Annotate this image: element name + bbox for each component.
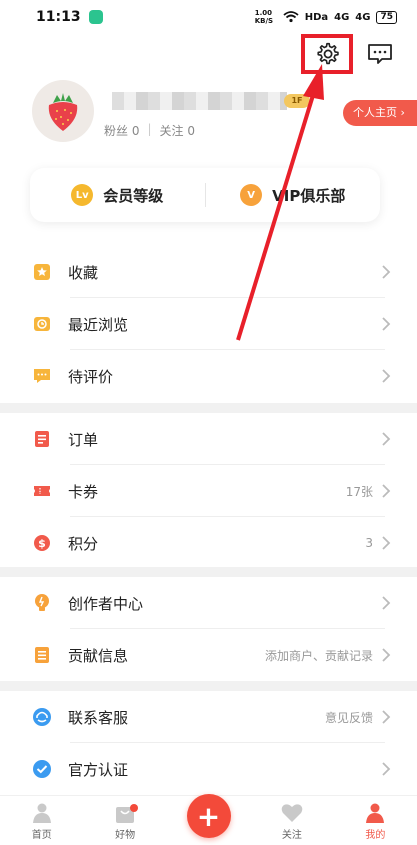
following-stat[interactable]: 关注 0 <box>160 122 195 139</box>
username-redacted <box>112 92 287 110</box>
chevron-right-icon <box>382 648 391 662</box>
user-level-badge: 1F <box>284 94 310 108</box>
ticket-icon <box>32 481 52 501</box>
member-level-label: 会员等级 <box>103 186 164 205</box>
vip-club-button[interactable]: V VIP俱乐部 <box>206 184 381 206</box>
battery-icon: 75 <box>376 10 397 24</box>
chevron-right-icon <box>382 596 391 610</box>
chevron-right-icon <box>382 265 391 279</box>
nav-publish[interactable]: + <box>167 794 250 845</box>
verified-icon <box>32 759 52 779</box>
menu-group-4: 联系客服 意见反馈 官方认证 <box>0 691 417 795</box>
chevron-right-icon <box>382 536 391 550</box>
menu-item-recent[interactable]: 最近浏览 <box>0 298 417 350</box>
section-gap <box>0 681 417 691</box>
chevron-right-icon <box>382 762 391 776</box>
settings-button[interactable] <box>301 34 353 74</box>
menu-item-official-verification[interactable]: 官方认证 <box>0 743 417 795</box>
coupon-count: 17张 <box>345 484 373 499</box>
wifi-icon <box>283 11 299 23</box>
hd-indicator: HDa <box>304 11 329 23</box>
menu-item-customer-service[interactable]: 联系客服 意见反馈 <box>0 691 417 743</box>
strawberry-icon <box>48 93 78 131</box>
section-gap <box>0 567 417 577</box>
menu-group-1: 收藏 最近浏览 待评价 <box>0 246 417 402</box>
menu-item-creator-center[interactable]: 创作者中心 <box>0 577 417 629</box>
status-indicators: 1.00 KB/S HDa 4G 4G 75 <box>255 9 397 25</box>
nav-goods-label: 好物 <box>115 830 136 841</box>
nav-home[interactable]: 首页 <box>0 802 83 845</box>
profile-section: 1F 粉丝 0 | 关注 0 个人主页 › <box>32 80 417 144</box>
chevron-right-icon <box>382 710 391 724</box>
top-actions <box>301 34 395 74</box>
nav-home-label: 首页 <box>31 830 52 841</box>
signal-indicator-2: 4G <box>355 11 371 23</box>
menu-group-2: 订单 卡券 17张 $ 积分 3 <box>0 413 417 569</box>
vip-badge-icon: V <box>240 184 263 206</box>
message-button[interactable] <box>365 35 395 73</box>
stats-divider: | <box>147 122 152 136</box>
gear-icon <box>317 42 339 65</box>
nav-follow-label: 关注 <box>281 830 302 841</box>
coin-icon: $ <box>32 533 52 553</box>
vip-club-label: VIP俱乐部 <box>272 186 346 205</box>
menu-item-coupons[interactable]: 卡券 17张 <box>0 465 417 517</box>
bulb-icon <box>32 593 52 613</box>
bottom-nav: 首页 好物 + 关注 我的 <box>0 794 417 845</box>
chevron-right-icon <box>382 369 391 383</box>
menu-group-3: 创作者中心 贡献信息 添加商户、贡献记录 <box>0 577 417 681</box>
heart-icon <box>280 802 304 824</box>
chat-icon <box>368 44 392 64</box>
avatar[interactable] <box>32 80 94 142</box>
svg-text:$: $ <box>38 537 46 550</box>
followers-stat[interactable]: 粉丝 0 <box>104 122 139 139</box>
comment-icon <box>32 366 52 386</box>
nav-mine[interactable]: 我的 <box>334 802 417 845</box>
headset-icon <box>32 707 52 727</box>
chevron-right-icon <box>382 484 391 498</box>
menu-item-orders[interactable]: 订单 <box>0 413 417 465</box>
order-icon <box>32 429 52 449</box>
nav-mine-label: 我的 <box>365 830 386 841</box>
section-gap <box>0 403 417 413</box>
personal-homepage-button[interactable]: 个人主页 › <box>343 100 417 126</box>
person-icon <box>363 802 387 824</box>
nav-follow[interactable]: 关注 <box>250 802 333 845</box>
doc-icon <box>32 645 52 665</box>
level-badge-icon: Lv <box>71 184 94 206</box>
app-notification-icon <box>88 10 103 24</box>
menu-item-points[interactable]: $ 积分 3 <box>0 517 417 569</box>
status-time: 11:13 <box>36 9 81 25</box>
points-count: 3 <box>365 536 373 550</box>
home-icon <box>30 802 54 824</box>
nav-goods[interactable]: 好物 <box>83 802 166 845</box>
menu-item-favorites[interactable]: 收藏 <box>0 246 417 298</box>
signal-indicator-1: 4G <box>334 11 350 23</box>
contribution-hint: 添加商户、贡献记录 <box>264 648 373 663</box>
plus-icon: + <box>186 794 231 838</box>
menu-item-to-review[interactable]: 待评价 <box>0 350 417 402</box>
member-level-button[interactable]: Lv 会员等级 <box>30 184 205 206</box>
menu-item-contribution[interactable]: 贡献信息 添加商户、贡献记录 <box>0 629 417 681</box>
network-speed: 1.00 KB/S <box>254 9 274 25</box>
chevron-right-icon <box>382 317 391 331</box>
star-icon <box>32 262 52 282</box>
chevron-right-icon <box>382 432 391 446</box>
user-stats: 粉丝 0 | 关注 0 <box>104 122 195 139</box>
clock-icon <box>32 314 52 334</box>
member-card: Lv 会员等级 V VIP俱乐部 <box>30 168 380 222</box>
feedback-link: 意见反馈 <box>324 710 373 725</box>
status-bar: 11:13 1.00 KB/S HDa 4G 4G 75 <box>0 0 417 34</box>
